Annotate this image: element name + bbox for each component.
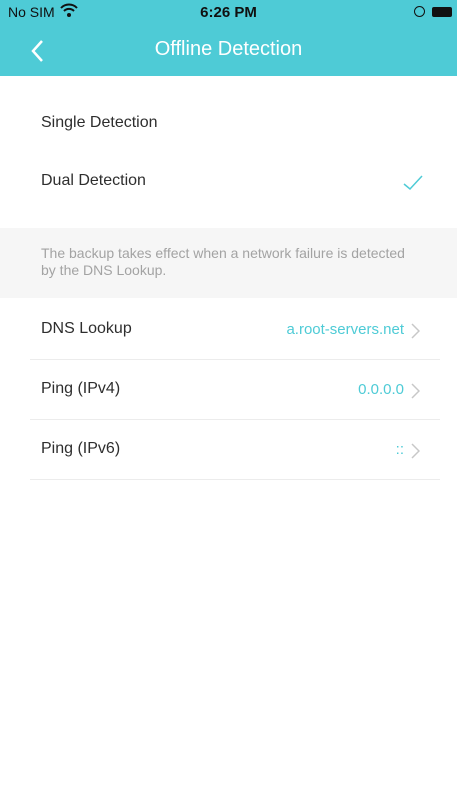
ping-ipv6-row[interactable]: Ping (IPv6) :: <box>30 420 440 480</box>
row-label: Ping (IPv6) <box>41 440 121 457</box>
checkmark-icon <box>403 175 423 196</box>
single-detection-option[interactable]: Single Detection <box>0 100 457 150</box>
note-text: The backup takes effect when a network f… <box>41 245 405 278</box>
rotation-lock-icon <box>414 6 425 17</box>
row-label: DNS Lookup <box>41 320 132 337</box>
page-title: Offline Detection <box>154 38 303 60</box>
row-value: :: <box>395 441 404 458</box>
row-value: a.root-servers.net <box>286 321 404 338</box>
status-bar: No SIM 6:26 PM <box>0 0 457 24</box>
option-label: Dual Detection <box>41 172 146 189</box>
chevron-right-icon <box>411 323 421 344</box>
battery-icon <box>432 7 452 17</box>
option-label: Single Detection <box>41 114 158 131</box>
chevron-right-icon <box>411 383 421 404</box>
nav-bar: Offline Detection <box>0 24 457 76</box>
row-value: 0.0.0.0 <box>358 381 404 398</box>
clock: 6:26 PM <box>200 4 257 21</box>
dual-detection-option[interactable]: Dual Detection <box>0 158 457 208</box>
info-note: The backup takes effect when a network f… <box>0 228 457 298</box>
dns-lookup-row[interactable]: DNS Lookup a.root-servers.net <box>30 300 440 360</box>
ping-ipv4-row[interactable]: Ping (IPv4) 0.0.0.0 <box>30 360 440 420</box>
row-label: Ping (IPv4) <box>41 380 121 397</box>
chevron-right-icon <box>411 443 421 464</box>
